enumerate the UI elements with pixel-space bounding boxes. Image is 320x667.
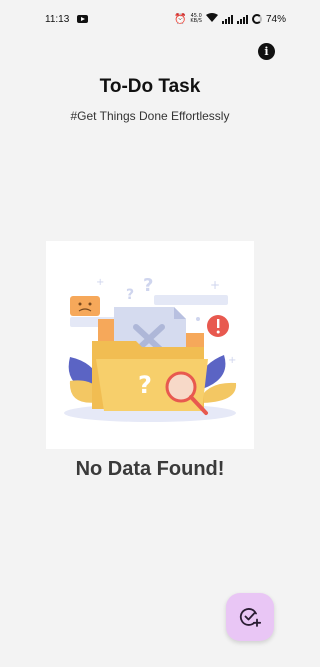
info-icon[interactable]: i — [258, 43, 275, 60]
app-title: To-Do Task — [99, 76, 201, 97]
network-speed: 45.0 KB/S — [190, 14, 202, 24]
folder-search-illustration: ? ? + + + ? — [64, 275, 236, 422]
battery-icon — [251, 14, 262, 24]
empty-state-message: No Data Found! — [75, 458, 225, 480]
add-task-icon — [239, 608, 261, 627]
add-task-button[interactable] — [226, 593, 274, 641]
status-right: ⏰ 45.0 KB/S 74% — [174, 13, 286, 25]
youtube-notification-icon — [77, 15, 89, 23]
svg-text:+: + — [228, 355, 236, 366]
wifi-icon — [205, 13, 218, 25]
app-subtitle: #Get Things Done Effortlessly — [70, 109, 230, 123]
svg-text:+: + — [210, 278, 220, 292]
status-bar: 11:13 ⏰ 45.0 KB/S 74% — [0, 0, 300, 38]
empty-state-illustration: ? ? + + + ? — [46, 241, 254, 449]
battery-level: 74% — [265, 13, 286, 25]
svg-text:?: ? — [126, 287, 134, 303]
status-left: 11:13 — [45, 13, 89, 25]
alarm-icon: ⏰ — [173, 13, 187, 25]
svg-text:?: ? — [143, 275, 153, 296]
signal-icon-2 — [236, 14, 248, 24]
svg-text:+: + — [96, 277, 104, 288]
status-time: 11:13 — [45, 13, 70, 25]
svg-text:?: ? — [138, 371, 152, 399]
network-speed-unit: KB/S — [190, 18, 202, 24]
signal-icon-1 — [221, 14, 233, 24]
